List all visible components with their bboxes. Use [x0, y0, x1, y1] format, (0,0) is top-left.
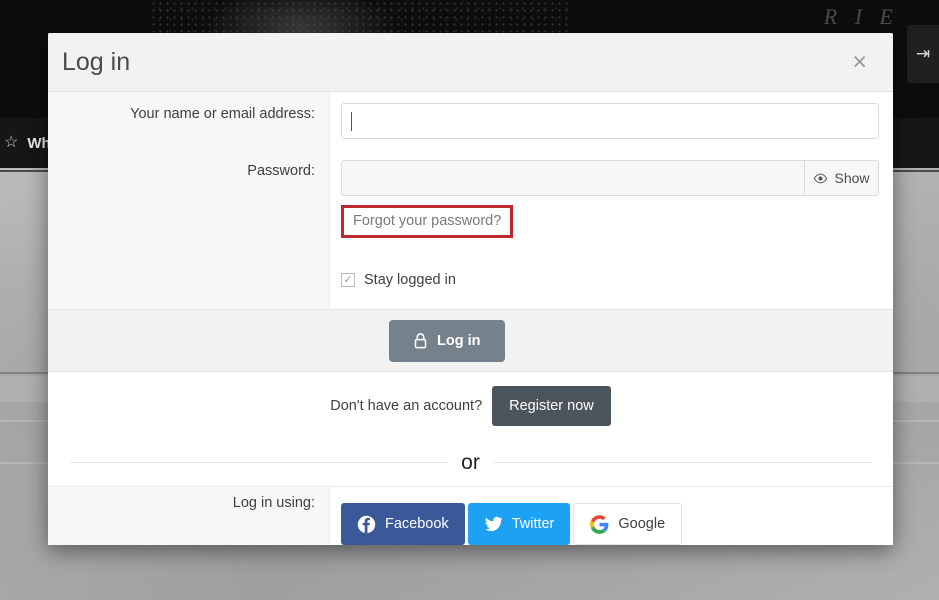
- register-row: Don't have an account? Register now: [48, 372, 893, 439]
- divider-line-left: [70, 462, 449, 463]
- dialog-title: Log in: [62, 47, 131, 76]
- username-label-cell: Your name or email address:: [48, 92, 330, 149]
- password-field-cell: Show Forgot your password?: [330, 149, 893, 259]
- divider-label: or: [461, 450, 480, 474]
- password-row: Password: Show Forgot your password?: [48, 149, 893, 259]
- show-password-button[interactable]: Show: [804, 160, 879, 196]
- facebook-login-label: Facebook: [385, 516, 449, 532]
- username-row: Your name or email address:: [48, 92, 893, 149]
- social-login-row: Log in using: Facebook Twitter Google: [48, 487, 893, 545]
- username-input[interactable]: [341, 103, 879, 139]
- stay-logged-in-checkbox[interactable]: ✓: [341, 273, 355, 287]
- twitter-icon: [485, 516, 502, 531]
- dialog-body: Your name or email address: Password: Sh…: [48, 92, 893, 545]
- login-dialog: Log in × Your name or email address: Pas…: [48, 33, 893, 545]
- close-icon[interactable]: ×: [846, 48, 873, 77]
- password-input[interactable]: [341, 160, 804, 196]
- or-divider: or: [48, 439, 893, 487]
- stay-logged-in-label-cell: [48, 259, 330, 309]
- divider-line-right: [492, 462, 871, 463]
- eye-icon: [814, 173, 828, 183]
- social-label-cell: Log in using:: [48, 487, 330, 545]
- social-buttons-cell: Facebook Twitter Google: [330, 487, 893, 545]
- facebook-icon: [357, 515, 376, 533]
- social-login-label: Log in using:: [232, 495, 315, 511]
- username-label: Your name or email address:: [130, 106, 315, 122]
- google-icon: [590, 514, 609, 534]
- lock-icon: [414, 333, 427, 349]
- show-password-label: Show: [834, 170, 870, 186]
- google-login-button[interactable]: Google: [573, 503, 683, 545]
- google-login-label: Google: [618, 516, 666, 532]
- facebook-login-button[interactable]: Facebook: [341, 503, 465, 545]
- stay-logged-in-row: ✓ Stay logged in: [48, 259, 893, 309]
- register-prompt: Don't have an account?: [330, 397, 483, 414]
- login-button-label: Log in: [437, 332, 481, 349]
- password-input-group: Show: [341, 160, 879, 196]
- stay-logged-in-control[interactable]: ✓ Stay logged in: [341, 272, 879, 288]
- social-buttons: Facebook Twitter Google: [341, 503, 879, 545]
- twitter-login-button[interactable]: Twitter: [467, 503, 571, 545]
- dialog-header: Log in ×: [48, 33, 893, 92]
- password-label-cell: Password:: [48, 149, 330, 259]
- password-label: Password:: [247, 163, 315, 179]
- star-outline-icon: ☆: [4, 134, 19, 151]
- twitter-login-label: Twitter: [511, 516, 555, 532]
- stay-logged-in-label: Stay logged in: [364, 272, 456, 288]
- forgot-password-highlight: Forgot your password?: [341, 205, 514, 238]
- forgot-password-link[interactable]: Forgot your password?: [353, 213, 501, 229]
- login-button[interactable]: Log in: [389, 319, 505, 362]
- submit-row: Log in: [48, 309, 893, 372]
- register-now-button[interactable]: Register now: [492, 385, 611, 426]
- username-field-cell: [330, 92, 893, 149]
- text-caret: [351, 111, 352, 131]
- stay-logged-in-cell: ✓ Stay logged in: [330, 259, 893, 309]
- arrow-right-icon[interactable]: ⇥: [907, 25, 939, 83]
- banner-script-text: R I E: [823, 4, 899, 29]
